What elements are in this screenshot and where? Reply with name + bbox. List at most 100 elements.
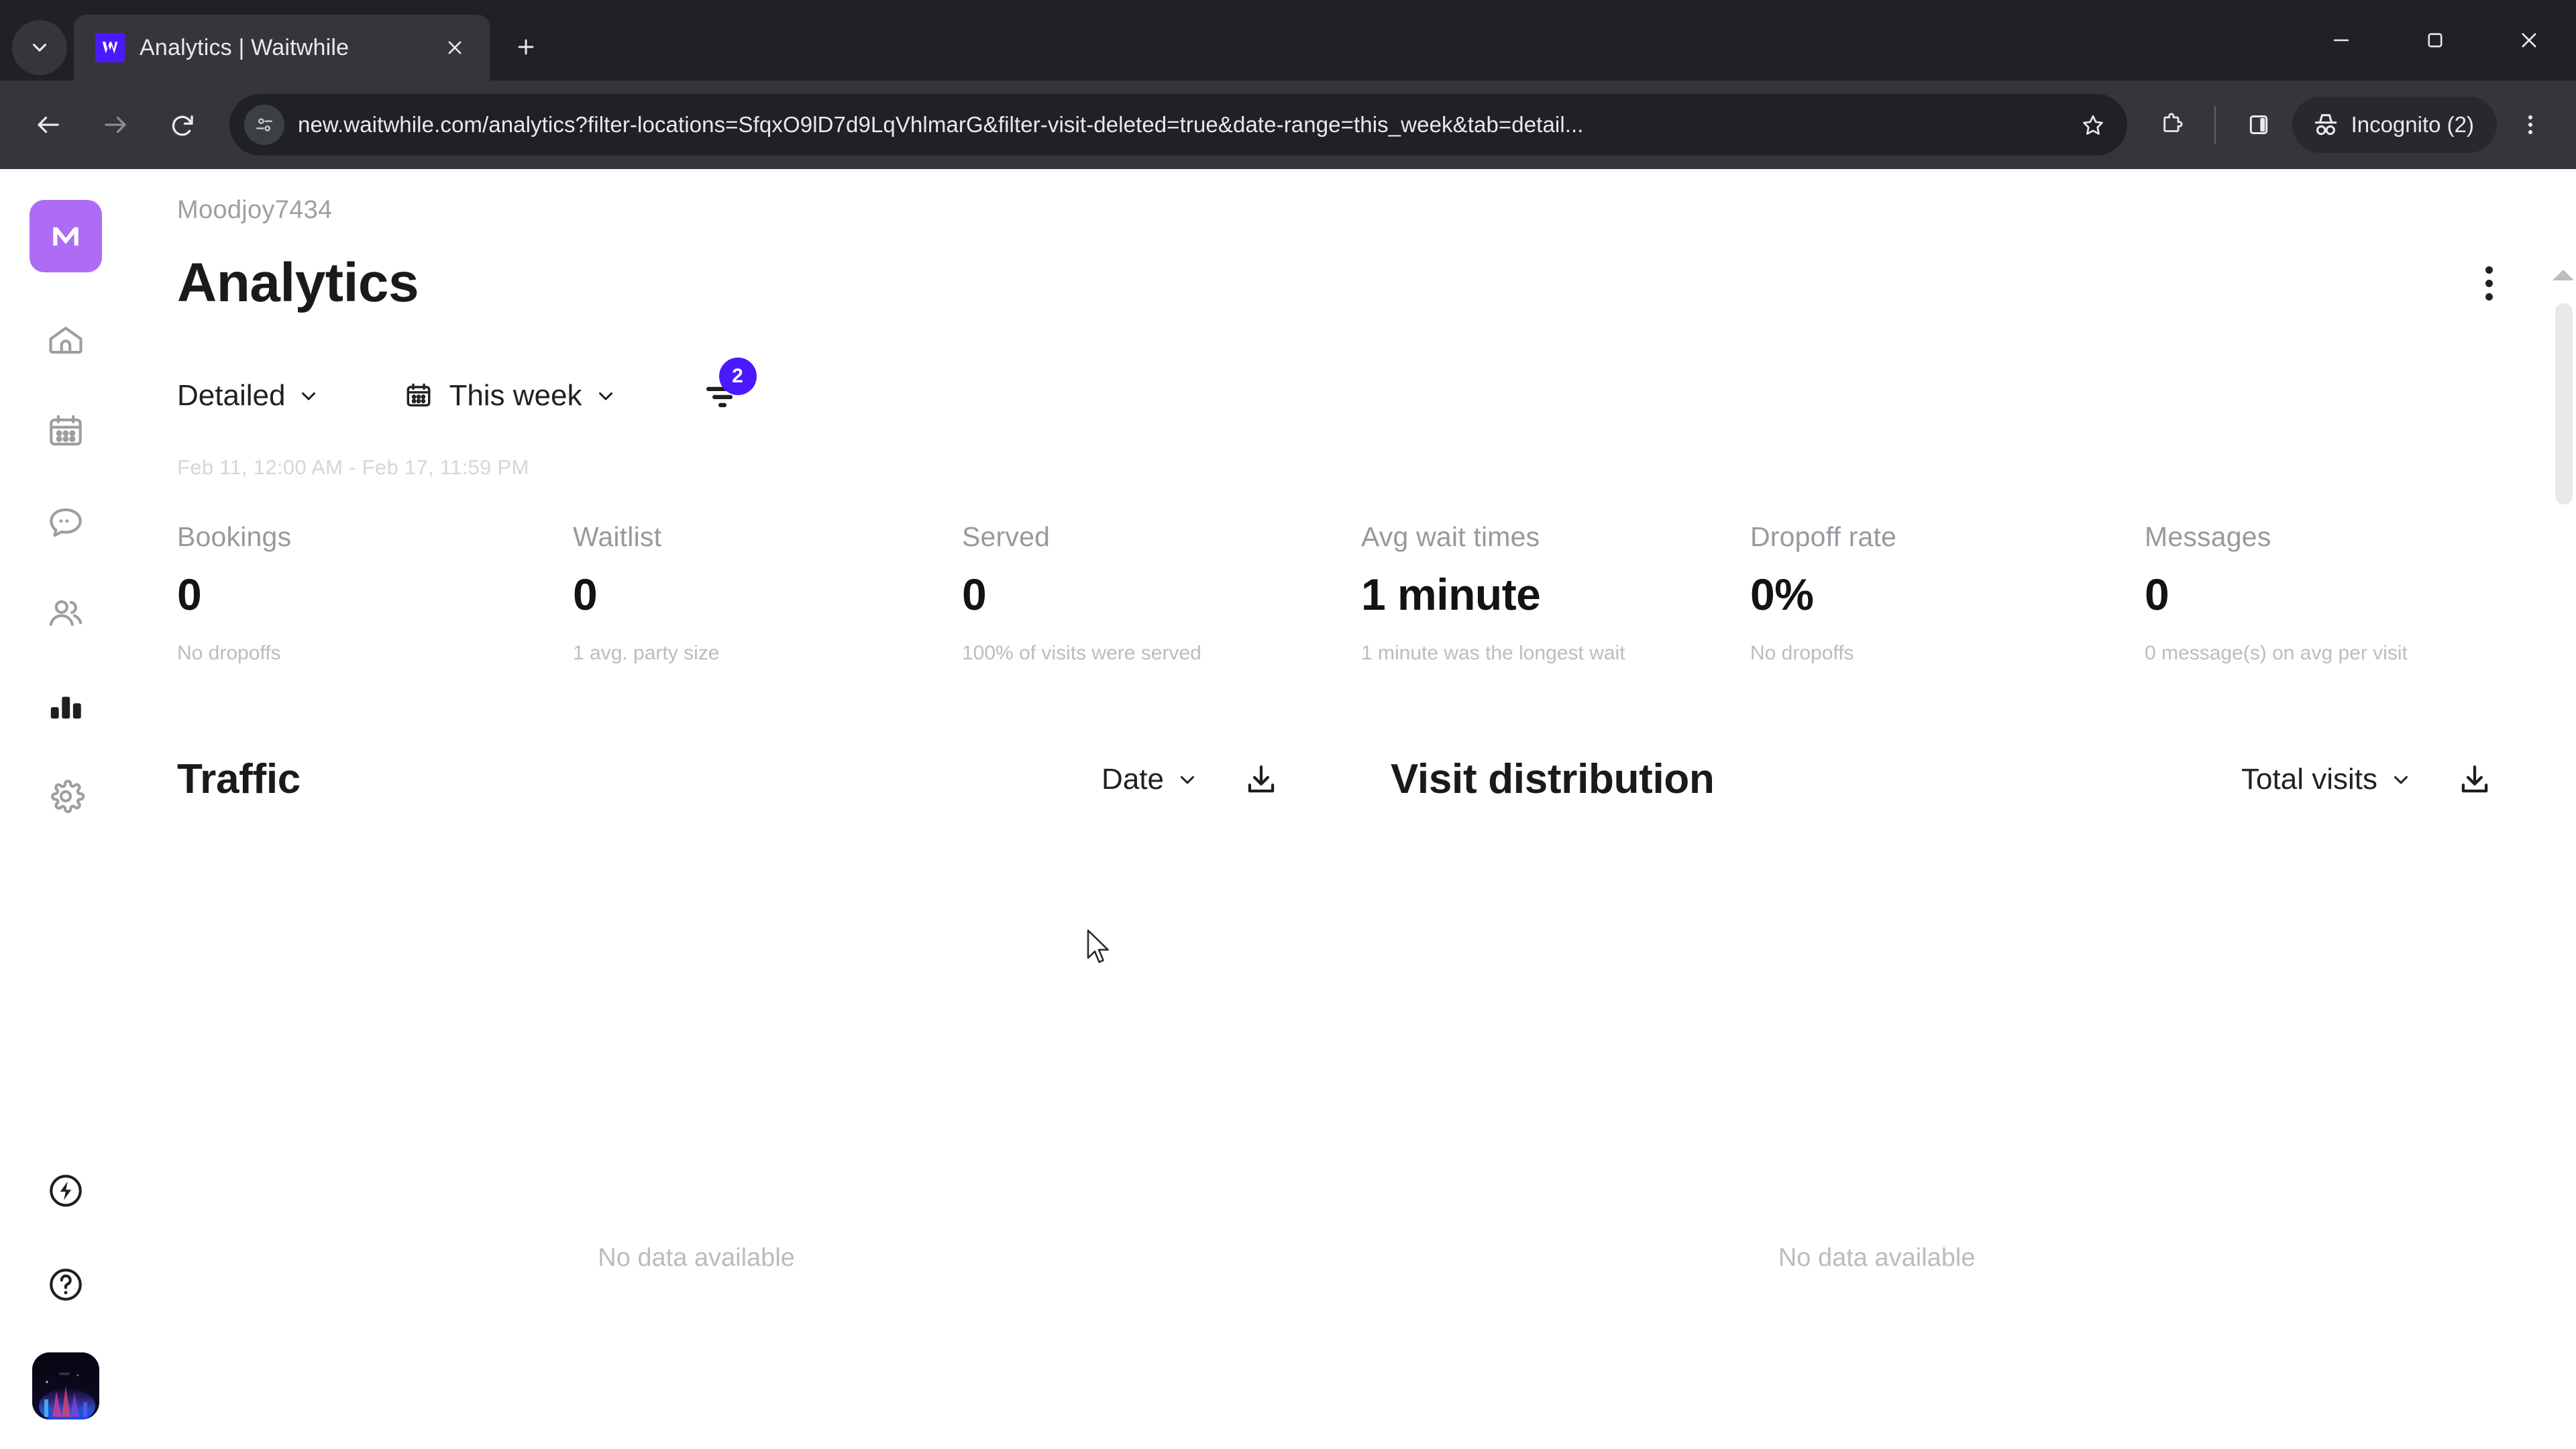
chevron-down-icon	[302, 392, 316, 400]
scroll-up-arrow-icon[interactable]	[2553, 270, 2574, 280]
visit-distribution-section: Visit distribution Total visits No data …	[1362, 755, 2496, 1273]
sidebar-bottom	[32, 1165, 99, 1419]
avatar-image	[32, 1352, 99, 1419]
lightning-circle-icon	[50, 1175, 82, 1207]
metric-subtext: No dropoffs	[177, 642, 281, 664]
puzzle-piece-icon	[2163, 113, 2183, 132]
download-icon	[1248, 765, 1275, 793]
sidebar-item-messages[interactable]	[40, 496, 92, 549]
visit-metric-label: Total visits	[2241, 762, 2377, 796]
sidebar-item-settings[interactable]	[40, 770, 92, 822]
tab-strip: Analytics | Waitwhile	[0, 0, 2576, 80]
sidebar-item-help[interactable]	[40, 1258, 92, 1311]
address-bar[interactable]: new.waitwhile.com/analytics?filter-locat…	[229, 94, 2127, 156]
metric-subtext: 1 minute was the longest wait	[1361, 642, 1625, 664]
reload-button[interactable]	[152, 94, 213, 156]
metric-label: Served	[962, 521, 1051, 552]
bar-chart-icon	[50, 696, 81, 719]
analytics-controls: Detailed This week 2	[177, 358, 2576, 421]
url-text: new.waitwhile.com/analytics?filter-locat…	[298, 112, 1584, 137]
page-options-menu[interactable]	[2463, 258, 2514, 309]
metric-card: Messages 0 0 message(s) on avg per visit	[2145, 521, 2496, 668]
chrome-menu-button[interactable]	[2502, 97, 2559, 153]
waitwhile-logo-icon	[95, 33, 125, 62]
date-range-select[interactable]: This week	[403, 372, 616, 419]
view-mode-label: Detailed	[177, 379, 286, 412]
question-circle-icon	[50, 1269, 82, 1301]
chevron-down-icon	[598, 392, 612, 400]
people-icon	[49, 600, 83, 627]
incognito-hat-icon	[2314, 114, 2337, 136]
tab-title: Analytics | Waitwhile	[140, 34, 350, 60]
extensions-button[interactable]	[2143, 97, 2200, 153]
chart-title: Traffic	[177, 756, 301, 803]
side-panel-button[interactable]	[2231, 97, 2287, 153]
maximize-button[interactable]	[2388, 0, 2482, 80]
browser-window: Analytics | Waitwhile new.waitwhile.com/…	[0, 0, 2576, 1449]
sidebar-item-power-up[interactable]	[40, 1165, 92, 1217]
page-settings-icon[interactable]	[244, 105, 284, 145]
metric-label: Dropoff rate	[1750, 521, 1897, 552]
browser-tab[interactable]: Analytics | Waitwhile	[74, 15, 490, 80]
incognito-label: Incognito (2)	[2351, 112, 2474, 137]
chat-bubble-icon	[50, 508, 82, 537]
chart-actions: Total visits	[2241, 759, 2496, 800]
analytics-main: Moodjoy7434 Analytics Detailed This week	[131, 169, 2576, 1449]
moodjoy-logo-icon	[53, 227, 78, 246]
window-controls	[2294, 0, 2576, 80]
sidebar-item-customers[interactable]	[40, 588, 92, 640]
chart-header: Visit distribution Total visits	[1391, 755, 2496, 803]
metric-value: 0	[962, 570, 987, 619]
metric-subtext: 100% of visits were served	[962, 642, 1201, 664]
metric-label: Messages	[2145, 521, 2271, 552]
metric-card: Avg wait times 1 minute 1 minute was the…	[1361, 521, 1750, 668]
visit-metric-select[interactable]: Total visits	[2241, 763, 2412, 796]
metric-subtext: 1 avg. party size	[573, 642, 720, 664]
traffic-empty-state: No data available	[598, 1244, 795, 1273]
metric-label: Avg wait times	[1361, 521, 1540, 552]
traffic-download-button[interactable]	[1240, 759, 1282, 800]
metric-subtext: 0 message(s) on avg per visit	[2145, 642, 2408, 664]
metric-card: Served 0 100% of visits were served	[962, 521, 1361, 668]
incognito-indicator[interactable]: Incognito (2)	[2292, 97, 2497, 153]
chart-header: Traffic Date	[177, 755, 1282, 803]
metric-subtext: No dropoffs	[1750, 642, 1854, 664]
scrollbar-thumb[interactable]	[2555, 303, 2573, 504]
visit-download-button[interactable]	[2454, 759, 2496, 800]
star-icon[interactable]	[2072, 104, 2114, 146]
page-header: Analytics	[177, 252, 2576, 315]
traffic-chart-section: Traffic Date No data available	[177, 755, 1362, 1273]
page-scrollbar[interactable]	[2551, 169, 2576, 1449]
date-range-text: Feb 11, 12:00 AM - Feb 17, 11:59 PM	[177, 455, 529, 479]
metric-value: 0	[573, 570, 598, 619]
filter-button[interactable]: 2	[696, 358, 757, 421]
three-dot-menu-icon	[2528, 115, 2533, 135]
visit-empty-state: No data available	[1778, 1244, 1976, 1273]
browser-toolbar: new.waitwhile.com/analytics?filter-locat…	[0, 80, 2576, 169]
metric-card: Bookings 0 No dropoffs	[177, 521, 573, 668]
chart-actions: Date	[1102, 759, 1282, 800]
download-icon	[2461, 765, 2488, 793]
traffic-groupby-label: Date	[1102, 762, 1164, 796]
back-button[interactable]	[17, 94, 79, 156]
sidebar-item-calendar[interactable]	[40, 405, 92, 458]
back-arrow-icon	[38, 116, 59, 133]
date-range-label: This week	[449, 379, 582, 412]
minimize-button[interactable]	[2294, 0, 2388, 80]
traffic-groupby-select[interactable]: Date	[1102, 763, 1199, 796]
metric-value: 1 minute	[1361, 570, 1541, 619]
tab-search-button[interactable]	[12, 20, 67, 75]
close-window-button[interactable]	[2482, 0, 2576, 80]
chevron-down-icon	[1181, 775, 1194, 784]
close-icon[interactable]	[436, 29, 474, 66]
sidebar-item-analytics[interactable]	[40, 679, 92, 731]
chart-sections: Traffic Date No data available Visit dis…	[177, 755, 2576, 1273]
sidebar-item-home[interactable]	[40, 314, 92, 366]
forward-button[interactable]	[85, 94, 146, 156]
side-panel-icon	[2249, 115, 2267, 134]
view-mode-select[interactable]: Detailed	[177, 372, 320, 419]
metric-card: Waitlist 0 1 avg. party size	[573, 521, 962, 668]
new-tab-button[interactable]	[502, 23, 550, 71]
avatar[interactable]	[32, 1352, 99, 1419]
sidebar-brand-moodjoy[interactable]	[30, 200, 102, 272]
